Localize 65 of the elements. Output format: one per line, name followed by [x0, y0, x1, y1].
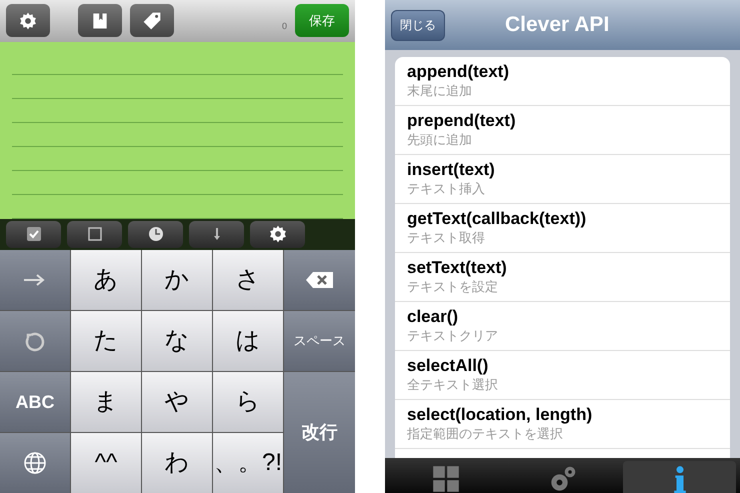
kana-key[interactable]: は — [213, 311, 283, 371]
kana-key[interactable]: な — [142, 311, 212, 371]
square-icon — [86, 226, 102, 242]
api-list-item[interactable]: insert(text) テキスト挿入 — [395, 155, 730, 204]
method-description: 先頭に追加 — [407, 131, 473, 148]
checked-box-icon — [26, 226, 42, 242]
tab[interactable] — [623, 461, 736, 493]
method-name: setText(text) — [407, 257, 508, 278]
method-description: 末尾に追加 — [407, 82, 473, 99]
kana-key[interactable]: か — [142, 250, 212, 310]
api-list-item[interactable]: selectAll() 全テキスト選択 — [395, 351, 730, 400]
character-count: 0 — [282, 20, 287, 34]
kana-key[interactable]: 、。?! — [213, 433, 283, 493]
method-description: テキストを設定 — [407, 278, 499, 295]
method-name: prepend(text) — [407, 110, 517, 131]
kana-key[interactable]: ま — [71, 372, 141, 432]
kana-key[interactable]: さ — [213, 250, 283, 310]
gear-icon — [268, 224, 288, 244]
globe-icon — [23, 451, 47, 475]
kana-key[interactable]: あ — [71, 250, 141, 310]
tag-button[interactable] — [130, 4, 174, 38]
gear-button[interactable] — [250, 220, 305, 248]
checked-box-button[interactable] — [6, 220, 61, 248]
api-list-item[interactable]: append(text) 末尾に追加 — [395, 57, 730, 106]
save-button[interactable]: 保存 — [295, 4, 349, 38]
method-description: テキスト取得 — [407, 229, 486, 246]
arrow-icon — [23, 274, 47, 286]
gear-icon — [18, 10, 38, 31]
function-key[interactable]: 改行 — [284, 372, 355, 493]
clock-button[interactable] — [128, 220, 183, 248]
api-list-item[interactable]: clear() テキストクリア — [395, 302, 730, 351]
kana-key[interactable]: わ — [142, 433, 212, 493]
undo-key[interactable] — [0, 311, 70, 371]
kana-key[interactable]: た — [71, 311, 141, 371]
tag-icon — [142, 10, 162, 31]
method-name: insert(text) — [407, 159, 496, 180]
method-name: clear() — [407, 306, 460, 327]
close-button[interactable]: 閉じる — [391, 10, 445, 40]
method-name: selectAll() — [407, 355, 490, 376]
function-key[interactable]: ABC — [0, 372, 70, 432]
api-list-item[interactable]: prepend(text) 先頭に追加 — [395, 106, 730, 155]
api-list-item[interactable]: getText(callback(text)) テキスト取得 — [395, 204, 730, 253]
method-name: append(text) — [407, 61, 510, 82]
kana-key[interactable]: ら — [213, 372, 283, 432]
delete-key[interactable] — [284, 250, 355, 310]
function-key[interactable]: スペース — [284, 311, 355, 371]
api-list-item[interactable]: select(location, length) 指定範囲のテキストを選択 — [395, 400, 730, 449]
method-name: getText(callback(text)) — [407, 208, 588, 229]
gear-button[interactable] — [6, 4, 50, 38]
globe-key[interactable] — [0, 433, 70, 493]
info-icon — [672, 465, 688, 493]
grid-icon — [432, 465, 460, 493]
kana-key[interactable]: ^^ — [71, 433, 141, 493]
method-description: 指定範囲のテキストを選択 — [407, 425, 564, 442]
kana-key[interactable]: や — [142, 372, 212, 432]
gears-icon — [548, 465, 576, 493]
method-name: select(location, length) — [407, 404, 594, 425]
book-button[interactable] — [78, 4, 122, 38]
api-list-item[interactable]: setText(text) テキストを設定 — [395, 253, 730, 302]
screen-title: Clever API — [505, 12, 610, 38]
method-description: テキスト挿入 — [407, 180, 486, 197]
method-description: テキストクリア — [407, 327, 499, 344]
method-description: 全テキスト選択 — [407, 376, 499, 393]
delete-icon — [304, 270, 336, 290]
clock-icon — [148, 226, 164, 242]
